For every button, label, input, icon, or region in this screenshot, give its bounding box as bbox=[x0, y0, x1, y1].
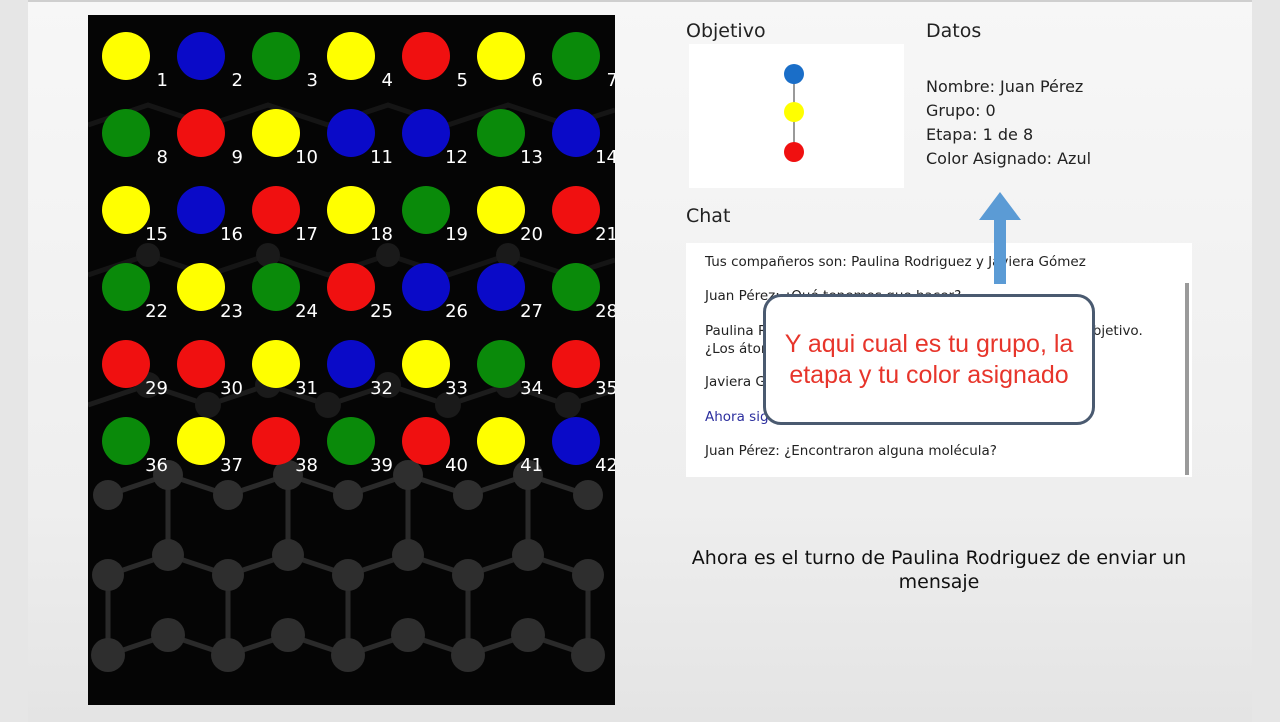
molecule-atom-top bbox=[784, 64, 804, 84]
atom-number-label: 37 bbox=[220, 455, 243, 476]
atom-number-label: 15 bbox=[145, 224, 168, 245]
annotation-arrow-icon bbox=[979, 192, 1021, 284]
atom-number-label: 12 bbox=[445, 147, 468, 168]
atom-number-label: 7 bbox=[606, 70, 615, 91]
atom-number-label: 25 bbox=[370, 301, 393, 322]
atom-number-label: 9 bbox=[231, 147, 243, 168]
atom-number-label: 35 bbox=[595, 378, 615, 399]
target-molecule-diagram bbox=[784, 64, 804, 162]
atom-number-label: 8 bbox=[156, 147, 168, 168]
game-board: 1 2 3 4 5 6 7 8 9 10 11 12 13 14 15 16 17 18 19 20 21 22 23 24 2… bbox=[88, 15, 615, 705]
atom-number-label: 2 bbox=[231, 70, 243, 91]
atom-number-label: 31 bbox=[295, 378, 318, 399]
atom-number-label: 18 bbox=[370, 224, 393, 245]
atom-number-label: 26 bbox=[445, 301, 468, 322]
objetivo-heading: Objetivo bbox=[686, 20, 766, 42]
molecule-atom-bottom bbox=[784, 142, 804, 162]
atom-number-label: 3 bbox=[306, 70, 318, 91]
atom-number-label: 11 bbox=[370, 147, 393, 168]
atom-number-label: 17 bbox=[295, 224, 318, 245]
annotation-callout: Y aqui cual es tu grupo, la etapa y tu c… bbox=[763, 294, 1095, 425]
atom-number-label: 29 bbox=[145, 378, 168, 399]
chat-heading: Chat bbox=[686, 205, 731, 227]
chat-message: Juan Pérez: ¿Encontraron alguna molécula… bbox=[705, 443, 997, 459]
atom-number-label: 4 bbox=[381, 70, 393, 91]
atom-number-label: 38 bbox=[295, 455, 318, 476]
atom-number-label: 27 bbox=[520, 301, 543, 322]
objetivo-panel bbox=[689, 44, 904, 188]
chat-message: Tus compañeros son: Paulina Rodriguez y … bbox=[705, 254, 1086, 270]
player-assigned-color: Color Asignado: Azul bbox=[926, 149, 1092, 168]
atom-number-label: 36 bbox=[145, 455, 168, 476]
atom-number-label: 6 bbox=[531, 70, 543, 91]
datos-heading: Datos bbox=[926, 20, 982, 42]
atom-number-label: 34 bbox=[520, 378, 543, 399]
atom-number-label: 39 bbox=[370, 455, 393, 476]
player-name: Nombre: Juan Pérez bbox=[926, 77, 1084, 96]
atom-number-label: 19 bbox=[445, 224, 468, 245]
atom-number-label: 30 bbox=[220, 378, 243, 399]
atom-number-label: 33 bbox=[445, 378, 468, 399]
atom-number-label: 20 bbox=[520, 224, 543, 245]
atom-number-label: 22 bbox=[145, 301, 168, 322]
molecule-atom-middle bbox=[784, 102, 804, 122]
atom-number-label: 42 bbox=[595, 455, 615, 476]
atom-number-label: 16 bbox=[220, 224, 243, 245]
atom-number-label: 24 bbox=[295, 301, 318, 322]
atom-number-label: 23 bbox=[220, 301, 243, 322]
atom-number-label: 28 bbox=[595, 301, 615, 322]
atom-number-label: 41 bbox=[520, 455, 543, 476]
atom-number-label: 14 bbox=[595, 147, 615, 168]
atom-number-label: 21 bbox=[595, 224, 615, 245]
annotation-callout-text: Y aqui cual es tu grupo, la etapa y tu c… bbox=[784, 329, 1074, 389]
chat-scrollbar[interactable] bbox=[1185, 283, 1189, 475]
atom-number-label: 32 bbox=[370, 378, 393, 399]
atom-number-label: 5 bbox=[456, 70, 468, 91]
atom-number-label: 13 bbox=[520, 147, 543, 168]
atom-number-label: 10 bbox=[295, 147, 318, 168]
player-stage: Etapa: 1 de 8 bbox=[926, 125, 1034, 144]
atom-number-label: 40 bbox=[445, 455, 468, 476]
atom-number-label: 1 bbox=[156, 70, 168, 91]
player-group: Grupo: 0 bbox=[926, 101, 996, 120]
turn-status-message: Ahora es el turno de Paulina Rodriguez d… bbox=[691, 547, 1187, 593]
